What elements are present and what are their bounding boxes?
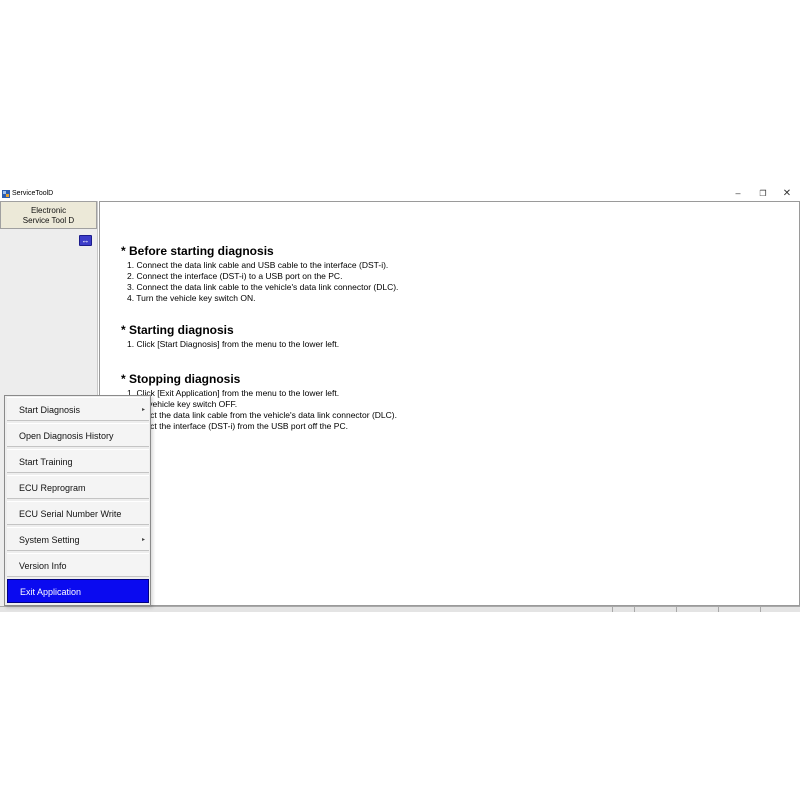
step-item: 3. Connect the data link cable to the ve… [127,282,399,292]
section-starting: * Starting diagnosis 1. Click [Start Dia… [121,324,339,350]
window-title: ServiceToolD [12,190,54,197]
step-item: 1. Connect the data link cable and USB c… [127,260,389,270]
step-item: 1. Click [Exit Application] from the men… [127,388,340,398]
maximize-icon[interactable]: ❐ [752,187,774,200]
title-bar[interactable]: ServiceToolD – ❐ ✕ [0,187,800,200]
step-item: n the vehicle key switch OFF. [127,399,238,409]
status-pane [676,607,716,612]
status-pane [612,607,632,612]
menu-item-version-info[interactable]: Version Info [7,553,149,577]
minimize-icon[interactable]: – [727,187,749,200]
section-heading: * Before starting diagnosis [121,244,274,258]
section-heading: * Stopping diagnosis [121,372,241,386]
close-icon[interactable]: ✕ [776,187,798,200]
menu-item-label: Open Diagnosis History [19,431,114,441]
menu-item-start-diagnosis[interactable]: Start Diagnosis ▸ [7,397,149,421]
toggle-panel-icon[interactable]: ↔ [79,235,92,246]
menu-item-exit-application[interactable]: Exit Application [7,579,149,603]
step-item: connect the data link cable from the veh… [127,410,397,420]
menu-item-ecu-reprogram[interactable]: ECU Reprogram [7,475,149,499]
sidebar-header: Electronic Service Tool D [0,201,97,229]
instructions-panel: * Before starting diagnosis 1. Connect t… [99,201,800,606]
step-item: connect the interface (DST-i) from the U… [127,421,348,431]
menu-item-label: ECU Reprogram [19,483,86,493]
step-item: 2. Connect the interface (DST-i) to a US… [127,271,343,281]
status-pane [718,607,758,612]
menu-item-label: System Setting [19,535,80,545]
start-menu: Start Diagnosis ▸ Open Diagnosis History… [4,395,151,606]
menu-item-label: Version Info [19,561,67,571]
section-before-starting: * Before starting diagnosis 1. Connect t… [121,245,398,304]
submenu-arrow-icon: ▸ [141,537,145,543]
status-pane [634,607,674,612]
status-pane [760,607,800,612]
step-item: 1. Click [Start Diagnosis] from the menu… [127,339,340,349]
step-list: 1. Connect the data link cable and USB c… [121,260,398,304]
step-item: 4. Turn the vehicle key switch ON. [127,293,256,303]
section-stopping: * Stopping diagnosis 1. Click [Exit Appl… [121,373,397,432]
step-list: 1. Click [Exit Application] from the men… [121,388,397,432]
menu-item-label: Exit Application [20,587,82,597]
menu-item-open-diagnosis-history[interactable]: Open Diagnosis History [7,423,149,447]
status-bar [0,606,800,612]
step-list: 1. Click [Start Diagnosis] from the menu… [121,339,339,350]
sidebar-title-line2: Service Tool D [22,216,75,225]
menu-item-start-training[interactable]: Start Training [7,449,149,473]
menu-item-label: Start Training [19,457,73,467]
app-icon [2,190,10,198]
menu-item-label: Start Diagnosis [19,405,81,415]
submenu-arrow-icon: ▸ [141,407,145,413]
menu-item-label: ECU Serial Number Write [19,509,122,519]
sidebar-title-line1: Electronic [30,206,67,215]
section-heading: * Starting diagnosis [121,323,234,337]
menu-item-system-setting[interactable]: System Setting ▸ [7,527,149,551]
menu-item-ecu-serial-number-write[interactable]: ECU Serial Number Write [7,501,149,525]
